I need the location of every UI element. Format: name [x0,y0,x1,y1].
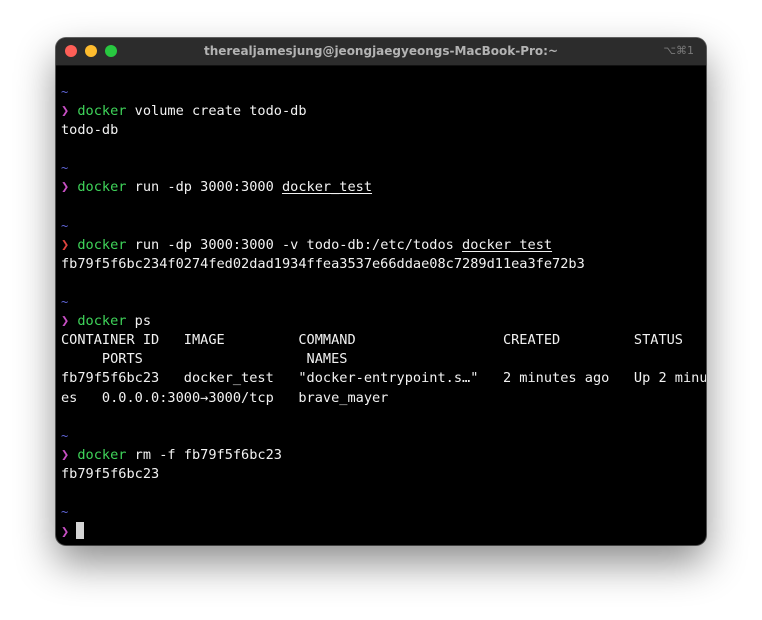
output-line: fb79f5f6bc23 [61,465,160,482]
tab-shortcut-label: ⌥⌘1 [663,44,694,57]
command-args: ps [126,313,152,330]
command-line: ❯ docker volume create todo-db [61,102,701,121]
command-line: ❯ docker run -dp 3000:3000 -v todo-db:/e… [61,236,701,255]
command-args: run -dp 3000:3000 [126,179,282,196]
cwd-tilde: ~ [61,85,69,99]
command-name: docker [77,179,127,196]
command-args: volume create todo-db [126,103,307,120]
command-name: docker [77,313,127,330]
cwd-tilde: ~ [61,161,69,176]
terminal-line: ~ [61,293,701,312]
table-row-line: fb79f5f6bc23 docker_test "docker-entrypo… [61,370,706,387]
terminal-output[interactable]: ~ ❯ docker volume create todo-db todo-db… [61,83,706,541]
prompt-error-icon: ❯ [61,236,70,253]
command-name: docker [77,236,127,253]
active-prompt-line[interactable]: ❯ [61,522,701,541]
command-line: ❯ docker run -dp 3000:3000 docker_test [61,178,701,197]
command-args: run -dp 3000:3000 -v todo-db:/etc/todos [126,236,463,253]
table-header-line: PORTS NAMES [61,351,348,368]
table-header-line: CONTAINER ID IMAGE COMMAND CREATED STATU… [61,332,683,349]
table-row-line: es 0.0.0.0:3000→3000/tcp brave_mayer [61,389,389,406]
terminal-line: ~ [61,427,701,446]
title-bar: therealjamesjung@jeongjaegyeongs-MacBook… [56,38,706,66]
terminal-line: ~ [61,83,701,102]
command-line: ❯ docker ps [61,312,701,331]
prompt-icon: ❯ [61,524,70,541]
cwd-tilde: ~ [61,505,69,520]
prompt-icon: ❯ [61,313,70,330]
output-line: fb79f5f6bc234f0274fed02dad1934ffea3537e6… [61,255,585,272]
terminal-line: ~ [61,503,701,522]
cwd-tilde: ~ [61,428,69,443]
output-line: todo-db [61,122,119,139]
prompt-icon: ❯ [61,103,70,120]
prompt-icon: ❯ [61,179,70,196]
image-name: docker_test [281,179,373,196]
image-name: docker_test [462,236,553,253]
terminal-window: therealjamesjung@jeongjaegyeongs-MacBook… [56,38,706,545]
command-name: docker [77,103,127,120]
cwd-tilde: ~ [61,218,69,233]
command-line: ❯ docker rm -f fb79f5f6bc23 [61,446,701,465]
cwd-tilde: ~ [61,295,69,310]
terminal-line: ~ [61,159,701,178]
command-args: rm -f fb79f5f6bc23 [126,446,282,463]
prompt-icon: ❯ [61,446,70,463]
window-title: therealjamesjung@jeongjaegyeongs-MacBook… [203,44,559,58]
terminal-line: ~ [61,217,701,236]
text-cursor[interactable] [76,522,85,540]
command-name: docker [77,446,127,463]
